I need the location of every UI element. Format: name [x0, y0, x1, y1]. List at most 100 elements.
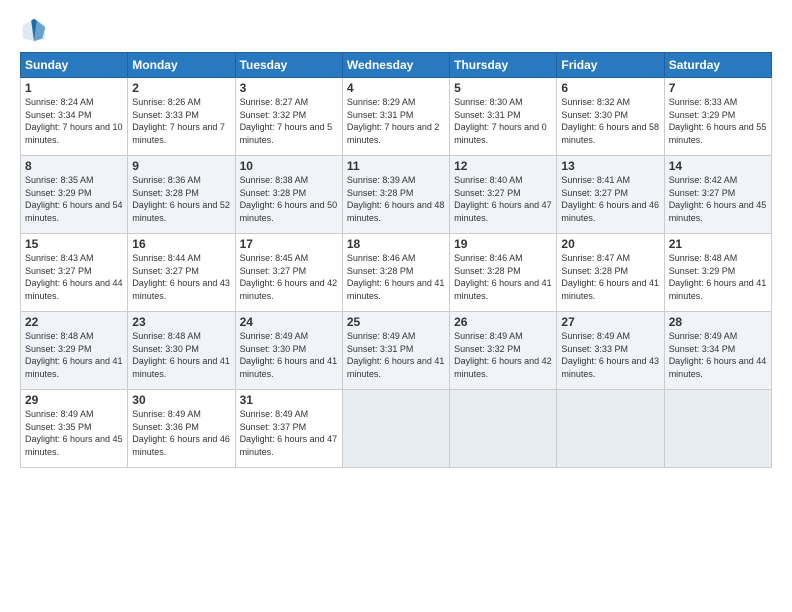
day-number: 7 [669, 81, 767, 95]
day-number: 11 [347, 159, 445, 173]
table-cell: 10 Sunrise: 8:38 AMSunset: 3:28 PMDayligh… [235, 156, 342, 234]
cell-text: Sunrise: 8:33 AMSunset: 3:29 PMDaylight:… [669, 97, 767, 145]
table-cell [557, 390, 664, 468]
table-cell: 1Sunrise: 8:24 AMSunset: 3:34 PMDaylight… [21, 78, 128, 156]
cell-text: Sunrise: 8:49 AMSunset: 3:32 PMDaylight:… [454, 331, 552, 379]
table-cell: 11 Sunrise: 8:39 AMSunset: 3:28 PMDayligh… [342, 156, 449, 234]
cell-text: Sunrise: 8:49 AMSunset: 3:37 PMDaylight:… [240, 409, 338, 457]
table-cell: 30Sunrise: 8:49 AMSunset: 3:36 PMDayligh… [128, 390, 235, 468]
table-cell: 21 Sunrise: 8:48 AMSunset: 3:29 PMDayligh… [664, 234, 771, 312]
table-cell: 15 Sunrise: 8:43 AMSunset: 3:27 PMDayligh… [21, 234, 128, 312]
calendar-header: Sunday Monday Tuesday Wednesday Thursday… [21, 53, 772, 78]
cell-text: Sunrise: 8:46 AMSunset: 3:28 PMDaylight:… [454, 253, 552, 301]
cell-text: Sunrise: 8:48 AMSunset: 3:29 PMDaylight:… [25, 331, 123, 379]
cell-text: Sunrise: 8:26 AMSunset: 3:33 PMDaylight:… [132, 97, 225, 145]
table-cell: 7 Sunrise: 8:33 AMSunset: 3:29 PMDaylight… [664, 78, 771, 156]
col-tuesday: Tuesday [235, 53, 342, 78]
table-cell: 19 Sunrise: 8:46 AMSunset: 3:28 PMDayligh… [450, 234, 557, 312]
day-number: 2 [132, 81, 230, 95]
cell-text: Sunrise: 8:48 AMSunset: 3:29 PMDaylight:… [669, 253, 767, 301]
col-wednesday: Wednesday [342, 53, 449, 78]
cell-text: Sunrise: 8:45 AMSunset: 3:27 PMDaylight:… [240, 253, 338, 301]
day-number: 3 [240, 81, 338, 95]
col-saturday: Saturday [664, 53, 771, 78]
table-cell: 6 Sunrise: 8:32 AMSunset: 3:30 PMDaylight… [557, 78, 664, 156]
cell-text: Sunrise: 8:29 AMSunset: 3:31 PMDaylight:… [347, 97, 440, 145]
cell-text: Sunrise: 8:46 AMSunset: 3:28 PMDaylight:… [347, 253, 445, 301]
cell-text: Sunrise: 8:35 AMSunset: 3:29 PMDaylight:… [25, 175, 123, 223]
day-number: 9 [132, 159, 230, 173]
header-row: Sunday Monday Tuesday Wednesday Thursday… [21, 53, 772, 78]
day-number: 29 [25, 393, 123, 407]
cell-text: Sunrise: 8:49 AMSunset: 3:34 PMDaylight:… [669, 331, 767, 379]
table-cell: 3 Sunrise: 8:27 AMSunset: 3:32 PMDaylight… [235, 78, 342, 156]
day-number: 30 [132, 393, 230, 407]
cell-text: Sunrise: 8:48 AMSunset: 3:30 PMDaylight:… [132, 331, 230, 379]
cell-text: Sunrise: 8:40 AMSunset: 3:27 PMDaylight:… [454, 175, 552, 223]
cell-text: Sunrise: 8:49 AMSunset: 3:33 PMDaylight:… [561, 331, 659, 379]
day-number: 13 [561, 159, 659, 173]
table-cell: 4 Sunrise: 8:29 AMSunset: 3:31 PMDaylight… [342, 78, 449, 156]
table-cell: 22 Sunrise: 8:48 AMSunset: 3:29 PMDayligh… [21, 312, 128, 390]
cell-text: Sunrise: 8:47 AMSunset: 3:28 PMDaylight:… [561, 253, 659, 301]
day-number: 16 [132, 237, 230, 251]
day-number: 31 [240, 393, 338, 407]
cell-text: Sunrise: 8:49 AMSunset: 3:35 PMDaylight:… [25, 409, 123, 457]
table-cell: 8 Sunrise: 8:35 AMSunset: 3:29 PMDaylight… [21, 156, 128, 234]
table-cell: 14 Sunrise: 8:42 AMSunset: 3:27 PMDayligh… [664, 156, 771, 234]
cell-text: Sunrise: 8:36 AMSunset: 3:28 PMDaylight:… [132, 175, 230, 223]
day-number: 15 [25, 237, 123, 251]
day-number: 27 [561, 315, 659, 329]
day-number: 28 [669, 315, 767, 329]
logo-icon [20, 16, 48, 44]
table-cell: 12Sunrise: 8:40 AMSunset: 3:27 PMDayligh… [450, 156, 557, 234]
col-sunday: Sunday [21, 53, 128, 78]
table-cell: 17 Sunrise: 8:45 AMSunset: 3:27 PMDayligh… [235, 234, 342, 312]
page-header [20, 16, 772, 44]
cell-text: Sunrise: 8:38 AMSunset: 3:28 PMDaylight:… [240, 175, 338, 223]
cell-text: Sunrise: 8:30 AMSunset: 3:31 PMDaylight:… [454, 97, 547, 145]
cell-text: Sunrise: 8:39 AMSunset: 3:28 PMDaylight:… [347, 175, 445, 223]
day-number: 10 [240, 159, 338, 173]
table-cell [664, 390, 771, 468]
cell-text: Sunrise: 8:27 AMSunset: 3:32 PMDaylight:… [240, 97, 333, 145]
logo [20, 16, 52, 44]
day-number: 24 [240, 315, 338, 329]
table-cell: 29 Sunrise: 8:49 AMSunset: 3:35 PMDayligh… [21, 390, 128, 468]
day-number: 1 [25, 81, 123, 95]
table-cell: 25Sunrise: 8:49 AMSunset: 3:31 PMDayligh… [342, 312, 449, 390]
cell-text: Sunrise: 8:42 AMSunset: 3:27 PMDaylight:… [669, 175, 767, 223]
day-number: 23 [132, 315, 230, 329]
day-number: 17 [240, 237, 338, 251]
day-number: 5 [454, 81, 552, 95]
day-number: 20 [561, 237, 659, 251]
col-thursday: Thursday [450, 53, 557, 78]
day-number: 14 [669, 159, 767, 173]
table-cell: 18 Sunrise: 8:46 AMSunset: 3:28 PMDayligh… [342, 234, 449, 312]
table-cell [342, 390, 449, 468]
day-number: 6 [561, 81, 659, 95]
cell-text: Sunrise: 8:44 AMSunset: 3:27 PMDaylight:… [132, 253, 230, 301]
table-cell: 28 Sunrise: 8:49 AMSunset: 3:34 PMDayligh… [664, 312, 771, 390]
table-cell: 27 Sunrise: 8:49 AMSunset: 3:33 PMDayligh… [557, 312, 664, 390]
table-cell: 9 Sunrise: 8:36 AMSunset: 3:28 PMDaylight… [128, 156, 235, 234]
col-friday: Friday [557, 53, 664, 78]
table-cell: 26Sunrise: 8:49 AMSunset: 3:32 PMDayligh… [450, 312, 557, 390]
table-cell: 5 Sunrise: 8:30 AMSunset: 3:31 PMDaylight… [450, 78, 557, 156]
day-number: 19 [454, 237, 552, 251]
table-cell: 24Sunrise: 8:49 AMSunset: 3:30 PMDayligh… [235, 312, 342, 390]
cell-text: Sunrise: 8:43 AMSunset: 3:27 PMDaylight:… [25, 253, 123, 301]
day-number: 8 [25, 159, 123, 173]
day-number: 18 [347, 237, 445, 251]
cell-text: Sunrise: 8:41 AMSunset: 3:27 PMDaylight:… [561, 175, 659, 223]
table-cell: 16 Sunrise: 8:44 AMSunset: 3:27 PMDayligh… [128, 234, 235, 312]
day-number: 22 [25, 315, 123, 329]
day-number: 4 [347, 81, 445, 95]
table-cell: 23 Sunrise: 8:48 AMSunset: 3:30 PMDayligh… [128, 312, 235, 390]
calendar-body: 1Sunrise: 8:24 AMSunset: 3:34 PMDaylight… [21, 78, 772, 468]
table-cell: 20 Sunrise: 8:47 AMSunset: 3:28 PMDayligh… [557, 234, 664, 312]
day-number: 21 [669, 237, 767, 251]
calendar-page: Sunday Monday Tuesday Wednesday Thursday… [0, 0, 792, 612]
cell-text: Sunrise: 8:32 AMSunset: 3:30 PMDaylight:… [561, 97, 659, 145]
day-number: 25 [347, 315, 445, 329]
